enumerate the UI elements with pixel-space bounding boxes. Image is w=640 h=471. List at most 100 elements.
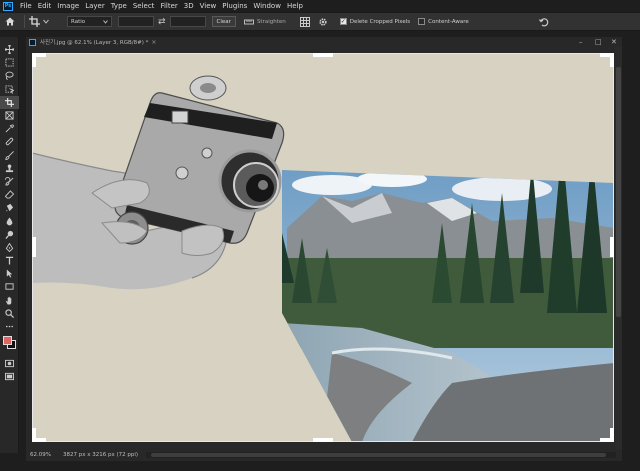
more-tools-button[interactable] [0, 320, 19, 333]
menu-filter[interactable]: Filter [157, 0, 180, 12]
zoom-level[interactable]: 62.09% [30, 452, 51, 458]
type-tool[interactable] [0, 254, 19, 267]
close-window-icon[interactable]: ✕ [611, 38, 617, 46]
menu-image[interactable]: Image [54, 0, 82, 12]
overlay-options-button[interactable] [299, 16, 310, 27]
document-tab[interactable]: 사진기.jpg @ 62.1% (Layer 3, RGB/8#) * × – … [26, 37, 622, 47]
healing-tool[interactable] [0, 135, 19, 148]
chevron-down-icon [43, 19, 49, 24]
object-select-tool[interactable] [0, 83, 19, 96]
menu-layer[interactable]: Layer [82, 0, 108, 12]
path-select-tool[interactable] [0, 267, 19, 280]
menu-type[interactable]: Type [108, 0, 130, 12]
history-brush-tool[interactable] [0, 175, 19, 188]
zoom-icon [5, 309, 14, 318]
crop-tool[interactable] [0, 95, 19, 109]
zoom-tool[interactable] [0, 307, 19, 320]
swap-icon[interactable]: ⇄ [158, 17, 166, 27]
screen-mode-button[interactable] [0, 370, 19, 383]
horizontal-scroll-thumb[interactable] [151, 453, 606, 457]
stamp-tool[interactable] [0, 162, 19, 175]
dodge-tool[interactable] [0, 228, 19, 241]
divider [24, 15, 25, 28]
menu-window[interactable]: Window [250, 0, 284, 12]
crop-icon [5, 97, 14, 107]
reset-button[interactable] [538, 17, 549, 27]
history-brush-icon [5, 176, 14, 186]
menu-bar: Ps File Edit Image Layer Type Select Fil… [0, 0, 640, 12]
eraser-icon [5, 190, 14, 199]
camera-illustration [114, 75, 285, 245]
menu-edit[interactable]: Edit [35, 0, 55, 12]
move-icon [5, 45, 14, 55]
menu-3d[interactable]: 3D [181, 0, 197, 12]
close-tab-button[interactable]: × [151, 39, 156, 46]
gear-icon [319, 17, 327, 26]
crop-tool-preset[interactable] [29, 16, 65, 27]
brush-tool[interactable] [0, 149, 19, 162]
rectangle-icon [5, 283, 14, 291]
stamp-icon [5, 164, 14, 172]
document-title: 사진기.jpg @ 62.1% (Layer 3, RGB/8#) * [40, 40, 149, 46]
photoshop-logo: Ps [3, 1, 13, 11]
horizontal-scrollbar[interactable] [146, 452, 616, 458]
pen-tool[interactable] [0, 241, 19, 254]
hand-tool[interactable] [0, 294, 19, 307]
type-icon [5, 256, 14, 265]
foreground-color-swatch[interactable] [3, 336, 12, 346]
frame-tool[interactable] [0, 109, 19, 122]
chevron-down-icon [103, 19, 108, 24]
vertical-scroll-thumb[interactable] [616, 67, 621, 317]
straighten-button[interactable]: Straighten [243, 18, 286, 26]
eraser-tool[interactable] [0, 188, 19, 201]
photoshop-window: Ps File Edit Image Layer Type Select Fil… [0, 0, 640, 471]
blur-tool[interactable] [0, 214, 19, 227]
menu-file[interactable]: File [17, 0, 35, 12]
gradient-tool[interactable] [0, 201, 19, 214]
hand-icon [5, 296, 12, 305]
document-canvas[interactable] [32, 53, 614, 442]
delete-cropped-label: Delete Cropped Pixels [349, 18, 411, 25]
content-aware-label: Content-Aware [428, 18, 469, 25]
undo-icon [538, 17, 549, 26]
status-bar: 62.09% 3827 px x 3216 px (72 ppi) › [26, 449, 622, 461]
blur-icon [6, 216, 13, 226]
content-aware-checkbox[interactable] [418, 18, 426, 25]
artwork [32, 53, 614, 442]
menu-plugins[interactable]: Plugins [219, 0, 250, 12]
delete-cropped-checkbox[interactable]: ✓ [339, 18, 347, 25]
pen-icon [5, 242, 14, 252]
healing-icon [5, 138, 14, 146]
marquee-tool[interactable] [0, 56, 19, 69]
home-button[interactable] [0, 12, 20, 31]
ratio-width-input[interactable] [118, 16, 154, 27]
document-dimensions: 3827 px x 3216 px (72 ppi) [62, 452, 139, 458]
options-bar: Ratio ⇄ Clear Straighten ✓ Delete Croppe… [0, 12, 640, 31]
minimize-icon[interactable]: – [579, 38, 583, 46]
lasso-tool[interactable] [0, 69, 19, 82]
screen-mode-icon [5, 373, 14, 381]
menu-view[interactable]: View [197, 0, 220, 12]
vertical-scrollbar[interactable] [615, 47, 622, 449]
maximize-icon[interactable]: □ [595, 38, 602, 46]
crop-settings-button[interactable] [318, 17, 328, 27]
marquee-icon [5, 58, 14, 67]
quick-mask-button[interactable] [0, 357, 19, 370]
menu-select[interactable]: Select [130, 0, 158, 12]
ratio-height-input[interactable] [169, 16, 206, 27]
ratio-select[interactable]: Ratio [67, 16, 112, 27]
canvas-area[interactable] [26, 47, 622, 449]
more-tools-icon [5, 325, 14, 328]
landscape-photo [282, 170, 614, 442]
color-swatches[interactable] [0, 333, 19, 357]
crop-icon [29, 16, 40, 27]
menu-help[interactable]: Help [284, 0, 306, 12]
eyedropper-tool[interactable] [0, 122, 19, 135]
rectangle-tool[interactable] [0, 280, 19, 293]
brush-icon [5, 150, 14, 160]
lasso-icon [5, 72, 14, 81]
clear-button[interactable]: Clear [211, 16, 236, 27]
home-icon [5, 17, 15, 26]
ratio-value: Ratio [71, 18, 86, 25]
move-tool[interactable] [0, 43, 19, 56]
